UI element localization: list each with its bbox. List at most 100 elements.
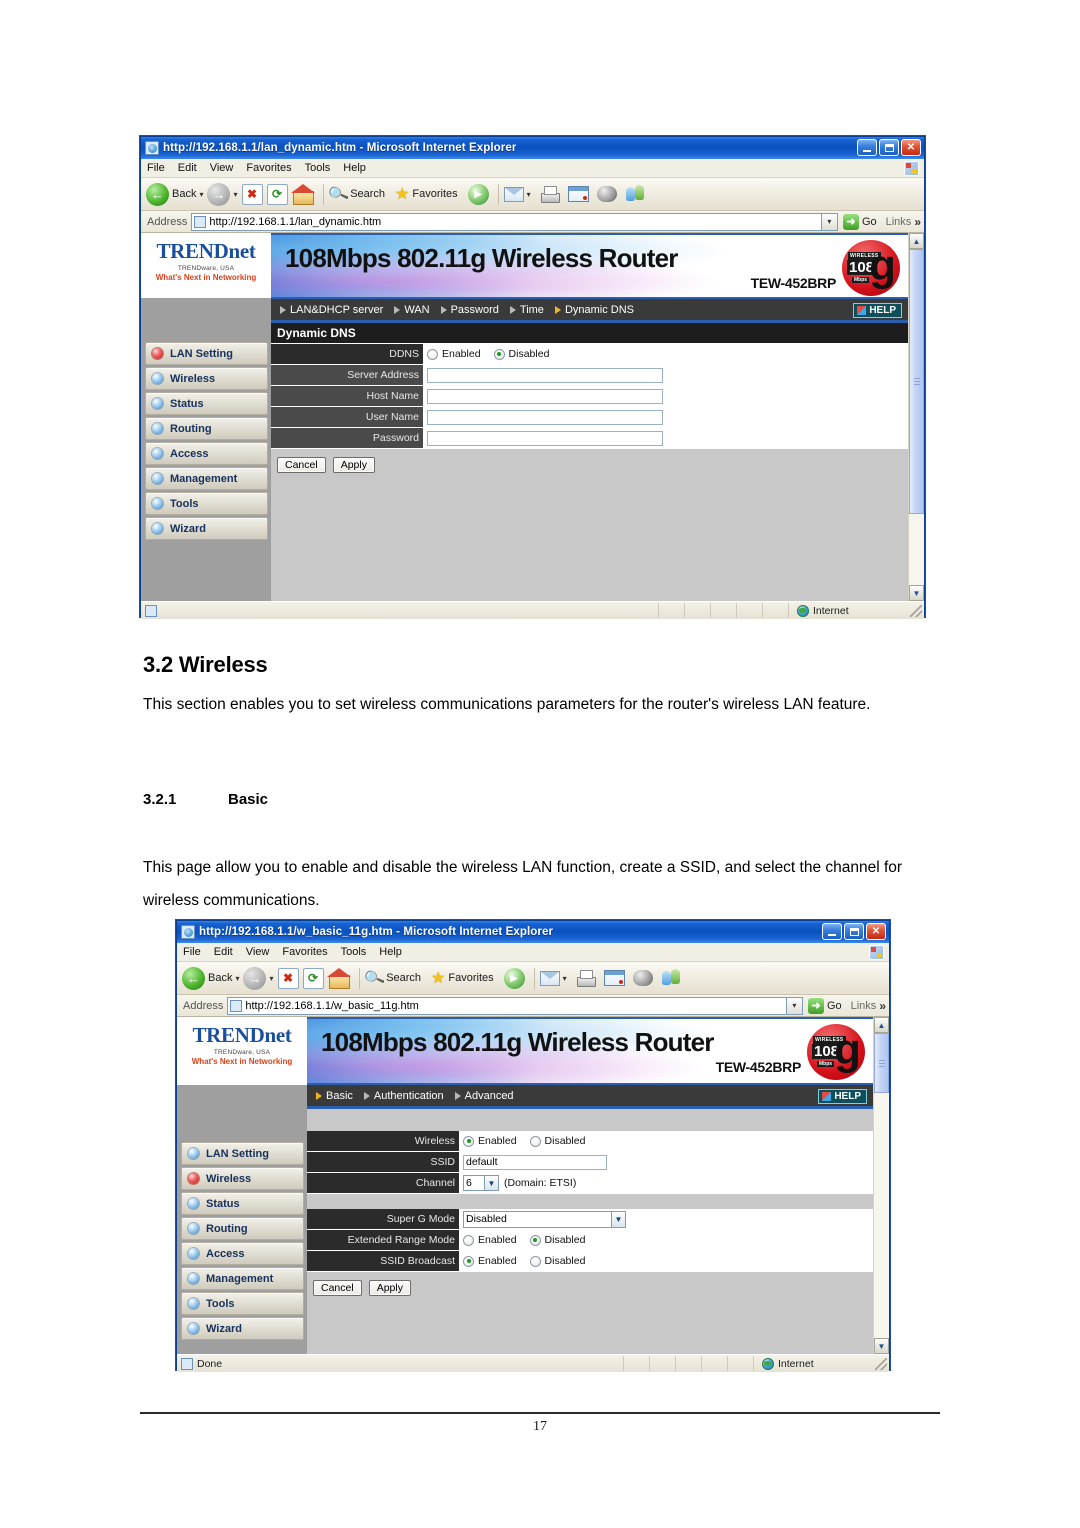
tab-time[interactable]: Time: [509, 304, 544, 316]
chevron-right-icon[interactable]: »: [879, 999, 886, 1013]
forward-button[interactable]: → ▾: [207, 182, 238, 206]
sidebar-item-tools[interactable]: Tools: [181, 1292, 304, 1315]
chevron-right-icon[interactable]: »: [914, 215, 921, 229]
sidebar-item-access[interactable]: Access: [181, 1242, 304, 1265]
address-dropdown-button[interactable]: ▾: [821, 212, 838, 231]
media-button[interactable]: ▶: [467, 183, 489, 205]
radio-ssid-broadcast-disabled[interactable]: Disabled: [529, 1255, 594, 1267]
search-button[interactable]: 🔍 Search: [362, 967, 421, 989]
sidebar-item-wizard[interactable]: Wizard: [145, 517, 268, 540]
resize-grip-icon[interactable]: [875, 1357, 887, 1370]
tab-wan[interactable]: WAN: [394, 304, 430, 316]
refresh-button[interactable]: ⟳: [266, 183, 288, 205]
forward-button[interactable]: → ▾: [243, 966, 274, 990]
menu-help[interactable]: Help: [379, 946, 402, 958]
scroll-thumb[interactable]: [909, 249, 924, 514]
sidebar-item-status[interactable]: Status: [145, 392, 268, 415]
favorites-button[interactable]: ★ Favorites: [395, 184, 458, 204]
radio-ddns-enabled[interactable]: Enabled: [427, 348, 489, 360]
menu-view[interactable]: View: [246, 946, 270, 958]
address-input[interactable]: http://192.168.1.1/lan_dynamic.htm: [191, 212, 822, 231]
address-input[interactable]: http://192.168.1.1/w_basic_11g.htm: [227, 996, 787, 1015]
cancel-button[interactable]: Cancel: [277, 457, 326, 473]
address-dropdown-button[interactable]: ▾: [786, 996, 803, 1015]
menu-favorites[interactable]: Favorites: [246, 162, 291, 174]
scroll-track[interactable]: [909, 249, 924, 585]
chevron-down-icon-forward[interactable]: ▾: [269, 974, 273, 983]
stop-button[interactable]: ✖: [241, 183, 263, 205]
apply-button[interactable]: Apply: [368, 1280, 411, 1296]
server-address-input[interactable]: [427, 367, 663, 383]
scroll-track[interactable]: [874, 1033, 889, 1338]
super-g-select[interactable]: Disabled ▼: [463, 1210, 626, 1228]
menu-edit[interactable]: Edit: [214, 946, 233, 958]
close-button[interactable]: ✕: [866, 923, 886, 940]
search-button[interactable]: 🔍 Search: [326, 183, 385, 205]
sidebar-item-tools[interactable]: Tools: [145, 492, 268, 515]
chevron-down-icon-forward[interactable]: ▾: [233, 190, 237, 199]
help-button[interactable]: HELP: [818, 1089, 867, 1104]
sidebar-item-lan-setting[interactable]: LAN Setting: [181, 1142, 304, 1165]
chevron-down-icon-mail[interactable]: ▾: [563, 974, 567, 983]
tab-basic[interactable]: Basic: [316, 1090, 353, 1102]
sidebar-item-status[interactable]: Status: [181, 1192, 304, 1215]
minimize-button[interactable]: [822, 923, 842, 940]
refresh-button[interactable]: ⟳: [302, 967, 324, 989]
apply-button[interactable]: Apply: [332, 457, 375, 473]
radio-ssid-broadcast-enabled[interactable]: Enabled: [463, 1255, 525, 1267]
resize-grip-icon[interactable]: [910, 604, 922, 617]
maximize-button[interactable]: [879, 139, 899, 156]
messenger-button[interactable]: [625, 185, 645, 203]
vertical-scrollbar-2[interactable]: ▲ ▼: [873, 1017, 889, 1354]
menu-file[interactable]: File: [183, 946, 201, 958]
back-button[interactable]: ← Back ▾: [146, 182, 203, 206]
tab-password[interactable]: Password: [440, 304, 499, 316]
print-button[interactable]: [539, 185, 560, 203]
cancel-button[interactable]: Cancel: [313, 1280, 362, 1296]
channel-select[interactable]: 6 ▼: [463, 1175, 499, 1191]
scroll-up-button[interactable]: ▲: [874, 1017, 889, 1033]
sidebar-item-lan-setting[interactable]: LAN Setting: [145, 342, 268, 365]
ssid-input[interactable]: default: [463, 1154, 607, 1170]
scroll-down-button[interactable]: ▼: [909, 585, 924, 601]
favorites-button[interactable]: ★ Favorites: [431, 968, 494, 988]
menu-favorites[interactable]: Favorites: [282, 946, 327, 958]
sidebar-item-access[interactable]: Access: [145, 442, 268, 465]
radio-ddns-disabled[interactable]: Disabled: [493, 348, 558, 360]
host-name-input[interactable]: [427, 388, 663, 404]
mail-button[interactable]: ▾: [503, 186, 531, 202]
password-input[interactable]: [427, 430, 663, 446]
stop-button[interactable]: ✖: [277, 967, 299, 989]
home-button[interactable]: [290, 183, 315, 205]
tab-advanced[interactable]: Advanced: [454, 1090, 514, 1102]
sidebar-item-management[interactable]: Management: [181, 1267, 304, 1290]
help-button[interactable]: HELP: [853, 303, 902, 318]
tab-lan-dhcp-server[interactable]: LAN&DHCP server: [280, 304, 383, 316]
sidebar-item-management[interactable]: Management: [145, 467, 268, 490]
sidebar-item-routing[interactable]: Routing: [181, 1217, 304, 1240]
go-button[interactable]: ➜ Go: [842, 213, 877, 230]
media-button[interactable]: ▶: [503, 967, 525, 989]
links-label[interactable]: Links: [851, 1000, 877, 1012]
go-button[interactable]: ➜ Go: [807, 997, 842, 1014]
links-label[interactable]: Links: [886, 216, 912, 228]
scroll-thumb[interactable]: [874, 1033, 889, 1093]
scroll-down-button[interactable]: ▼: [874, 1338, 889, 1354]
tab-authentication[interactable]: Authentication: [363, 1090, 444, 1102]
edit-button[interactable]: [603, 970, 625, 986]
menu-edit[interactable]: Edit: [178, 162, 197, 174]
sidebar-item-wireless[interactable]: Wireless: [145, 367, 268, 390]
radio-wireless-disabled[interactable]: Disabled: [529, 1135, 594, 1147]
messenger-button[interactable]: [661, 969, 681, 987]
sidebar-item-wireless[interactable]: Wireless: [181, 1167, 304, 1190]
menu-file[interactable]: File: [147, 162, 165, 174]
print-button[interactable]: [575, 969, 596, 987]
radio-wireless-enabled[interactable]: Enabled: [463, 1135, 525, 1147]
chevron-down-icon[interactable]: ▾: [235, 974, 239, 983]
user-name-input[interactable]: [427, 409, 663, 425]
discuss-button[interactable]: [632, 970, 653, 986]
discuss-button[interactable]: [596, 186, 617, 202]
edit-button[interactable]: [567, 186, 589, 202]
maximize-button[interactable]: [844, 923, 864, 940]
home-button[interactable]: [326, 967, 351, 989]
